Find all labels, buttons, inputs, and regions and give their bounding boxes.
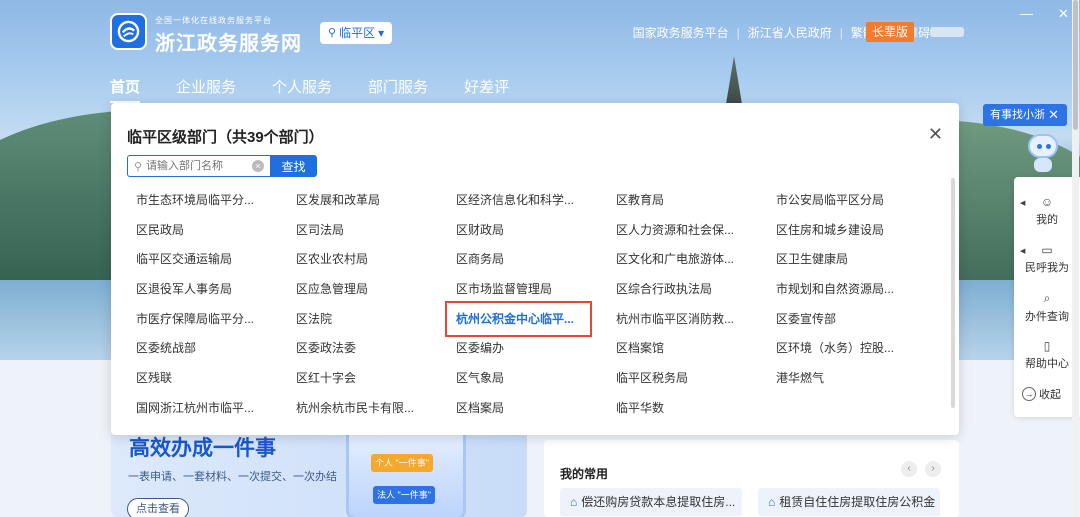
department-item[interactable]: 区委宣传部 — [776, 307, 936, 337]
caret-down-icon: ▾ — [378, 26, 385, 40]
my-usual-title: 我的常用 — [560, 467, 609, 481]
department-item[interactable]: 市生态环境局临平分... — [136, 188, 296, 218]
department-item[interactable]: 区教育局 — [616, 188, 776, 218]
department-item[interactable]: 区环境（水务）控股... — [776, 336, 936, 366]
department-item[interactable]: 区气象局 — [456, 366, 616, 396]
logo-title[interactable]: 浙江政务服务网 — [155, 27, 302, 56]
department-item[interactable]: 区档案馆 — [616, 336, 776, 366]
promo-subtitle: 一表申请、一套材料、一次提交、一次办结 — [128, 471, 337, 483]
house-icon: ⌂ — [768, 495, 776, 509]
side-item-mine[interactable]: ☺ 我的 — [1014, 195, 1080, 227]
elder-mode-button[interactable]: 长辈版 — [866, 22, 914, 42]
nav-enterprise-service[interactable]: 企业服务 — [176, 76, 236, 97]
link-national-platform[interactable]: 国家政务服务平台 — [633, 24, 729, 41]
main-nav: 首页 企业服务 个人服务 部门服务 好差评 — [110, 76, 509, 103]
department-item[interactable]: 国网浙江杭州市临平... — [136, 396, 296, 426]
chevron-left-icon[interactable]: ‹ — [901, 461, 917, 477]
department-item[interactable]: 市规划和自然资源局... — [776, 277, 936, 307]
department-item[interactable]: 区住房和城乡建设局 — [776, 218, 936, 248]
department-item[interactable]: 区档案局 — [456, 396, 616, 426]
pagoda-tower — [726, 56, 742, 104]
department-item[interactable]: 区综合行政执法局 — [616, 277, 776, 307]
chevron-right-icon[interactable]: › — [925, 461, 941, 477]
close-assistant-icon[interactable]: ✕ — [1048, 104, 1059, 126]
user-icon: ☺ — [1040, 195, 1054, 209]
department-item[interactable]: 临平区交通运输局 — [136, 247, 296, 277]
promo-view-button[interactable]: 点击查看 — [127, 498, 189, 517]
search-icon: ⚲ — [134, 160, 143, 173]
modal-title: 临平区级部门（共39个部门） — [127, 129, 324, 146]
my-usual-card: 我的常用 ‹ › ⌂ 偿还购房贷款本息提取住房... ⌂ 租赁自住住房提取住房公积金 — [544, 440, 959, 517]
search-button[interactable]: 查找 — [270, 155, 317, 177]
highlight-box — [445, 301, 592, 337]
modal-scrollbar[interactable] — [951, 178, 955, 408]
region-selector[interactable]: ⚲ 临平区 ▾ — [320, 22, 393, 44]
user-name-blurred[interactable] — [930, 27, 964, 37]
tag-personal: 个人 "一件事" — [371, 454, 433, 472]
department-item[interactable]: 区农业农村局 — [296, 247, 456, 277]
department-item[interactable]: 市医疗保障局临平分... — [136, 307, 296, 337]
department-item[interactable]: 区残联 — [136, 366, 296, 396]
department-item[interactable]: 临平区税务局 — [616, 366, 776, 396]
collapse-button[interactable]: → 收起 — [1022, 386, 1061, 402]
department-item[interactable]: 区红十字会 — [296, 366, 456, 396]
department-item[interactable]: 杭州余杭市民卡有限... — [296, 396, 456, 426]
promo-title: 高效办成一件事 — [129, 437, 276, 460]
usual-item[interactable]: ⌂ 偿还购房贷款本息提取住房... — [560, 488, 742, 516]
department-item[interactable]: 临平华数 — [616, 396, 776, 426]
department-item[interactable]: 区经济信息化和科学... — [456, 188, 616, 218]
link-provincial-government[interactable]: 浙江省人民政府 — [748, 24, 832, 41]
logo-subtitle: 全国一体化在线政务服务平台 — [155, 16, 272, 25]
department-item[interactable]: 区委统战部 — [136, 336, 296, 366]
page-scrollbar[interactable] — [1072, 0, 1079, 517]
department-item[interactable]: 区应急管理局 — [296, 277, 456, 307]
close-icon[interactable]: ✕ — [928, 125, 943, 143]
department-item[interactable]: 市公安局临平区分局 — [776, 188, 936, 218]
department-item[interactable]: 区退役军人事务局 — [136, 277, 296, 307]
department-item[interactable]: 区卫生健康局 — [776, 247, 936, 277]
region-label: 临平区 — [339, 26, 376, 40]
department-modal: 临平区级部门（共39个部门） ✕ ⚲ × 查找 市生态环境局临平分...区发展和… — [111, 103, 959, 435]
search-box: ⚲ × — [127, 155, 270, 177]
arrow-right-icon: → — [1022, 387, 1036, 401]
department-item[interactable]: 区人力资源和社会保... — [616, 218, 776, 248]
department-item[interactable]: 区委政法委 — [296, 336, 456, 366]
department-search-input[interactable] — [146, 160, 247, 172]
nav-rating[interactable]: 好差评 — [464, 76, 509, 97]
book-icon: ▯ — [1043, 339, 1051, 353]
nav-personal-service[interactable]: 个人服务 — [272, 76, 332, 97]
close-window-icon[interactable]: ✕ — [1058, 6, 1069, 22]
clear-icon[interactable]: × — [252, 160, 264, 172]
tag-corporate: 法人 "一件事" — [373, 486, 435, 504]
department-item[interactable]: 港华燃气 — [776, 366, 936, 396]
nav-home[interactable]: 首页 — [110, 76, 141, 103]
department-item[interactable]: 区文化和广电旅游体... — [616, 247, 776, 277]
robot-avatar-icon[interactable] — [1026, 134, 1060, 174]
usual-item[interactable]: ⌂ 租赁自住住房提取住房公积金 — [758, 488, 940, 516]
department-item[interactable]: 区司法局 — [296, 218, 456, 248]
nav-department-service[interactable]: 部门服务 — [368, 76, 428, 97]
minimize-icon[interactable]: — — [1020, 6, 1033, 21]
side-item-feedback[interactable]: ▭ 民呼我为 — [1014, 243, 1080, 275]
house-icon: ⌂ — [570, 495, 578, 509]
department-item[interactable]: 区商务局 — [456, 247, 616, 277]
assistant-bubble[interactable]: 有事找小浙 ✕ — [983, 104, 1067, 126]
location-pin-icon: ⚲ — [328, 27, 337, 39]
department-item[interactable]: 杭州市临平区消防救... — [616, 307, 776, 337]
department-item[interactable]: 区委编办 — [456, 336, 616, 366]
side-item-help-center[interactable]: ▯ 帮助中心 — [1014, 339, 1080, 371]
message-icon: ▭ — [1041, 243, 1053, 257]
department-item[interactable]: 区法院 — [296, 307, 456, 337]
search-doc-icon: ⌕ — [1043, 291, 1051, 305]
side-toolbar: ◀ ☺ 我的 ◀ ▭ 民呼我为 ⌕ 办件查询 ▯ 帮助中心 — [1014, 177, 1080, 417]
side-item-case-query[interactable]: ⌕ 办件查询 — [1014, 291, 1080, 324]
department-item[interactable]: 区财政局 — [456, 218, 616, 248]
site-logo-icon[interactable] — [110, 13, 147, 50]
department-item[interactable]: 区民政局 — [136, 218, 296, 248]
department-item[interactable]: 区发展和改革局 — [296, 188, 456, 218]
